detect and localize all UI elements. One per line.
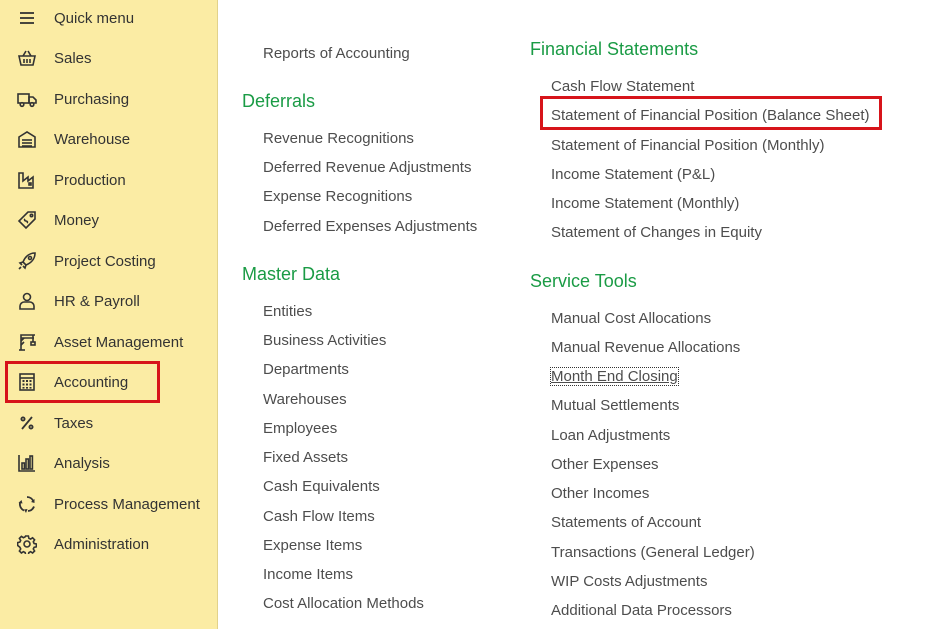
link-cash-equivalents[interactable]: Cash Equivalents <box>263 478 380 495</box>
link-cash-flow-items[interactable]: Cash Flow Items <box>263 508 375 525</box>
section-title-service-tools: Service Tools <box>530 271 637 291</box>
link-other-expenses[interactable]: Other Expenses <box>551 456 659 473</box>
sidebar-item-label: Production <box>54 171 126 189</box>
link-transactions-general-ledger[interactable]: Transactions (General Ledger) <box>551 544 755 561</box>
link-loan-adjustments[interactable]: Loan Adjustments <box>551 427 670 444</box>
link-expense-recognitions[interactable]: Expense Recognitions <box>263 188 412 205</box>
link-changes-in-equity[interactable]: Statement of Changes in Equity <box>551 224 762 241</box>
link-business-activities[interactable]: Business Activities <box>263 332 386 349</box>
sidebar-item-label: Asset Management <box>54 333 184 351</box>
person-icon <box>16 290 38 312</box>
section-title-deferrals: Deferrals <box>242 91 316 111</box>
link-cash-flow-statement[interactable]: Cash Flow Statement <box>551 78 694 95</box>
sidebar-item-asset-management[interactable]: Asset Management <box>0 323 217 361</box>
sidebar-item-label: Purchasing <box>54 90 130 108</box>
sidebar-item-label: Taxes <box>54 414 94 432</box>
sidebar-item-label: Warehouse <box>54 130 131 148</box>
sidebar-item-hr-payroll[interactable]: HR & Payroll <box>0 282 217 320</box>
link-reports-of-accounting[interactable]: Reports of Accounting <box>263 45 410 62</box>
percent-icon <box>16 412 38 434</box>
link-manual-revenue-allocations[interactable]: Manual Revenue Allocations <box>551 339 740 356</box>
link-additional-data-processors[interactable]: Additional Data Processors <box>551 602 732 619</box>
hamburger-icon <box>16 7 38 29</box>
sidebar-item-label: Project Costing <box>54 252 156 270</box>
rocket-icon <box>16 250 38 272</box>
link-fixed-assets[interactable]: Fixed Assets <box>263 449 348 466</box>
section-title-financial-statements: Financial Statements <box>530 39 699 59</box>
basket-icon <box>16 47 38 69</box>
sidebar-item-sales[interactable]: Sales <box>0 39 217 77</box>
sidebar-item-accounting[interactable]: Accounting <box>0 363 217 401</box>
accounting-menu-panel: Reports of Accounting Deferrals Revenue … <box>219 0 928 629</box>
sidebar-item-label: HR & Payroll <box>54 292 140 310</box>
link-entities[interactable]: Entities <box>263 303 312 320</box>
sidebar-item-process-management[interactable]: Process Management <box>0 485 217 523</box>
sidebar-item-purchasing[interactable]: Purchasing <box>0 80 217 118</box>
gear-icon <box>16 533 38 555</box>
sidebar-item-label: Sales <box>54 49 92 67</box>
section-title-master-data: Master Data <box>242 264 341 284</box>
sidebar-item-project-costing[interactable]: Project Costing <box>0 242 217 280</box>
link-employees[interactable]: Employees <box>263 420 337 437</box>
sidebar-item-warehouse[interactable]: Warehouse <box>0 120 217 158</box>
bar-chart-icon <box>16 452 38 474</box>
sidebar-item-analysis[interactable]: Analysis <box>0 444 217 482</box>
link-statements-of-account[interactable]: Statements of Account <box>551 514 701 531</box>
link-deferred-revenue-adjustments[interactable]: Deferred Revenue Adjustments <box>263 159 471 176</box>
sidebar-item-administration[interactable]: Administration <box>0 525 217 563</box>
sidebar-item-label: Administration <box>54 535 150 553</box>
link-departments[interactable]: Departments <box>263 361 349 378</box>
link-month-end-closing[interactable]: Month End Closing <box>550 367 679 386</box>
link-other-incomes[interactable]: Other Incomes <box>551 485 649 502</box>
link-wip-costs-adjustments[interactable]: WIP Costs Adjustments <box>551 573 707 590</box>
link-balance-sheet[interactable]: Statement of Financial Position (Balance… <box>551 107 870 124</box>
link-cost-allocation-methods[interactable]: Cost Allocation Methods <box>263 595 424 612</box>
sidebar-item-label: Process Management <box>54 495 200 513</box>
sidebar-item-label: Analysis <box>54 454 110 472</box>
sidebar-item-taxes[interactable]: Taxes <box>0 404 217 442</box>
sidebar: Quick menu Sales Purchasing Warehouse Pr… <box>0 0 218 629</box>
link-manual-cost-allocations[interactable]: Manual Cost Allocations <box>551 310 711 327</box>
crane-icon <box>16 331 38 353</box>
money-tag-icon <box>16 209 38 231</box>
truck-icon <box>16 88 38 110</box>
calculator-icon <box>16 371 38 393</box>
factory-icon <box>16 169 38 191</box>
sidebar-item-label: Accounting <box>54 373 129 391</box>
sidebar-item-label: Money <box>54 211 100 229</box>
sidebar-item-label: Quick menu <box>54 9 135 27</box>
cycle-icon <box>16 493 38 515</box>
link-income-statement[interactable]: Income Statement (P&L) <box>551 166 715 183</box>
link-deferred-expenses-adjustments[interactable]: Deferred Expenses Adjustments <box>263 218 477 235</box>
link-expense-items[interactable]: Expense Items <box>263 537 362 554</box>
link-mutual-settlements[interactable]: Mutual Settlements <box>551 397 679 414</box>
sidebar-item-quick-menu[interactable]: Quick menu <box>0 0 217 37</box>
link-income-items[interactable]: Income Items <box>263 566 353 583</box>
sidebar-item-money[interactable]: Money <box>0 201 217 239</box>
sidebar-item-production[interactable]: Production <box>0 161 217 199</box>
link-revenue-recognitions[interactable]: Revenue Recognitions <box>263 130 414 147</box>
link-financial-position-monthly[interactable]: Statement of Financial Position (Monthly… <box>551 137 824 154</box>
link-income-statement-monthly[interactable]: Income Statement (Monthly) <box>551 195 739 212</box>
link-warehouses[interactable]: Warehouses <box>263 391 347 408</box>
warehouse-icon <box>16 128 38 150</box>
